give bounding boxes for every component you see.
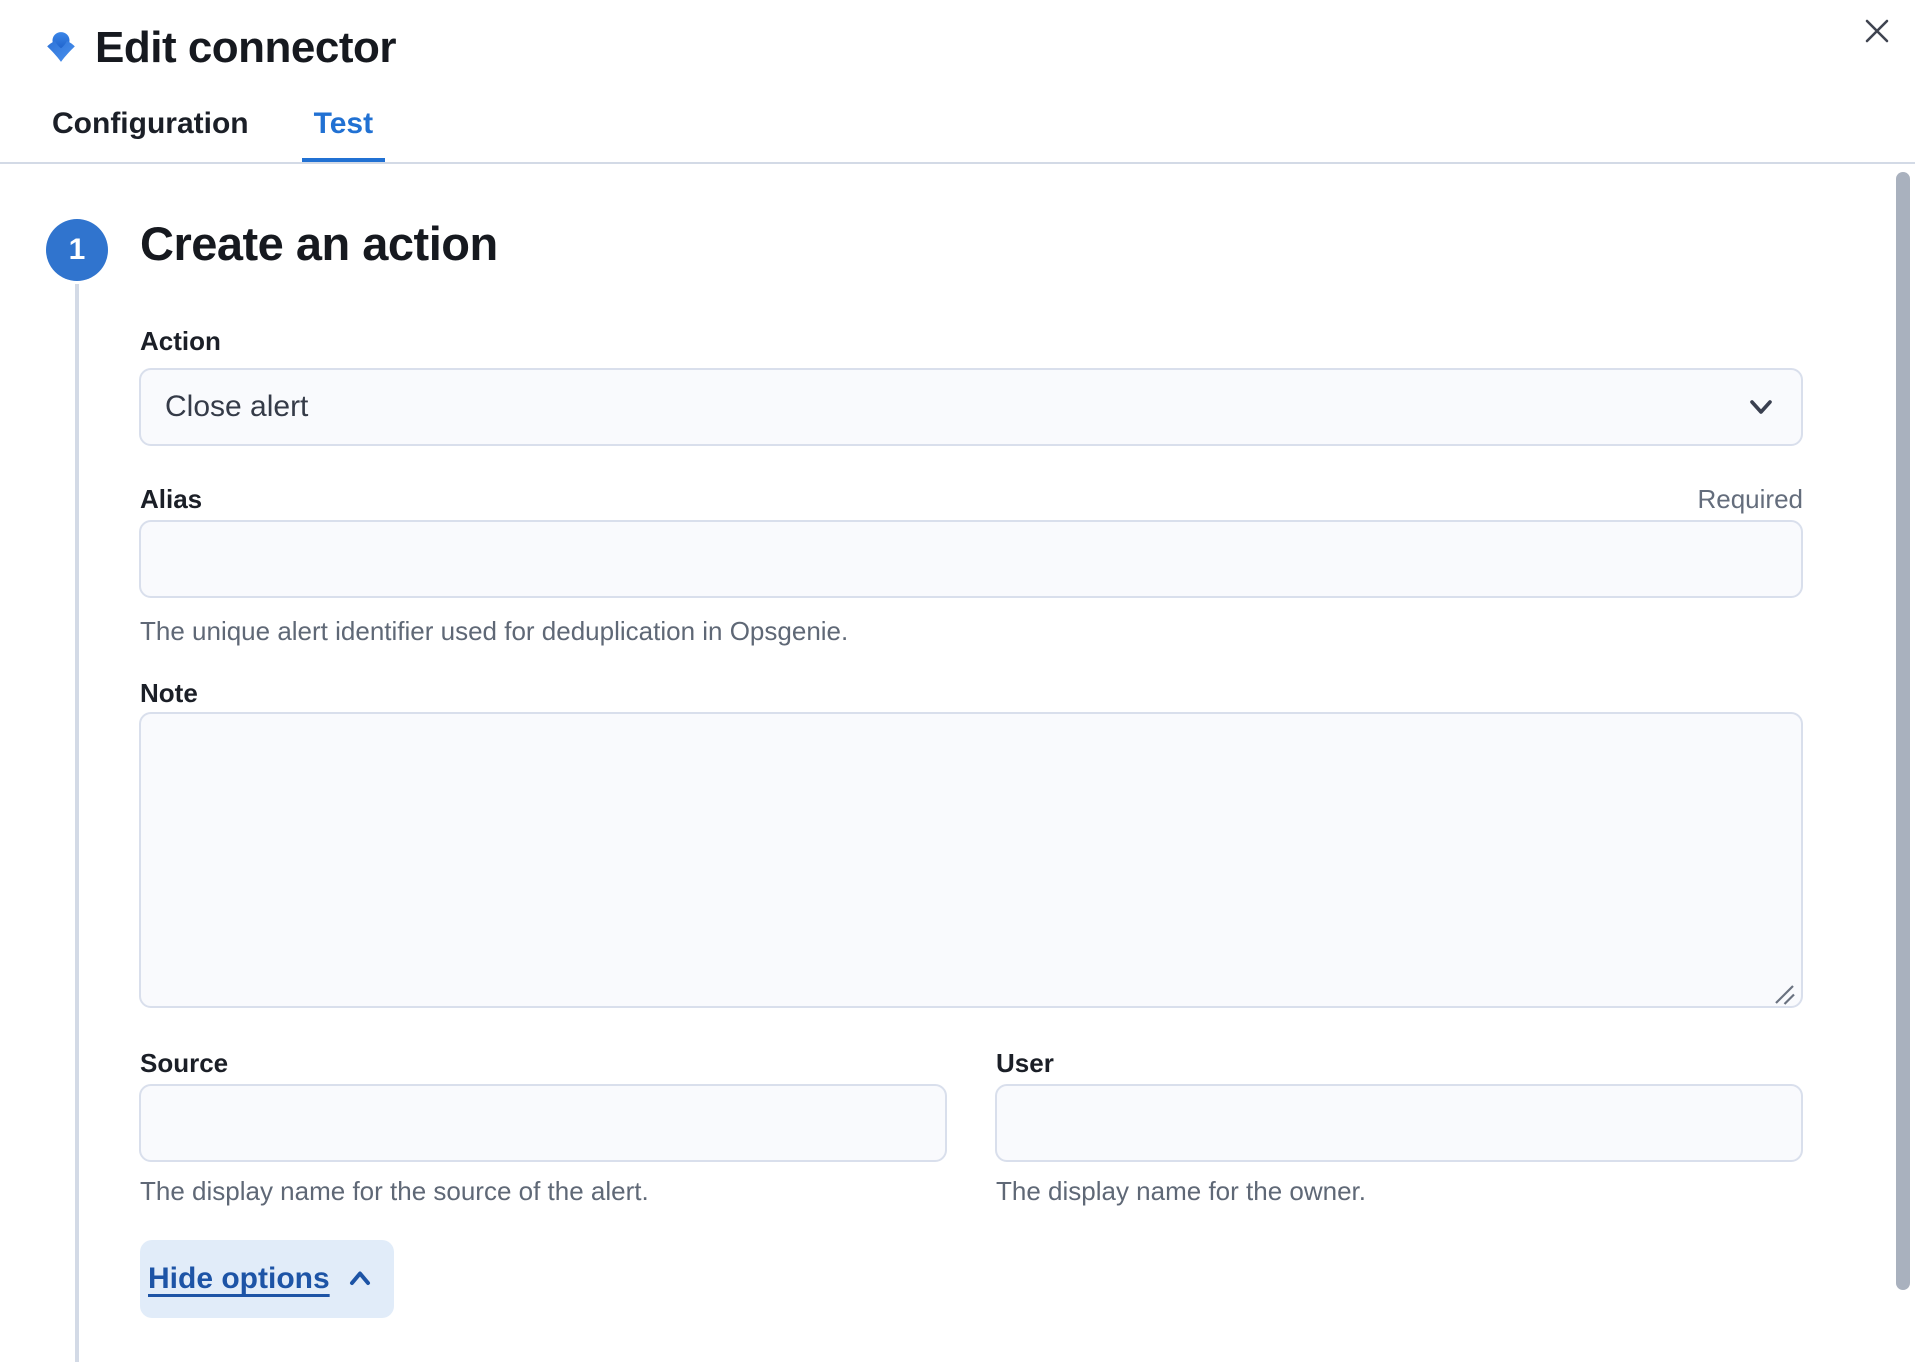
tabs-divider (0, 162, 1915, 164)
textarea-resize-handle-icon[interactable] (1770, 980, 1796, 1006)
edit-connector-flyout: Edit connector Configuration Test 1 Crea… (0, 0, 1915, 1362)
user-label: User (996, 1048, 1054, 1079)
tab-configuration[interactable]: Configuration (40, 90, 261, 164)
vertical-scrollbar[interactable] (1896, 172, 1910, 1290)
source-label: Source (140, 1048, 228, 1079)
step-title: Create an action (140, 216, 498, 271)
note-label: Note (140, 678, 198, 709)
action-label: Action (140, 326, 221, 357)
action-select-value: Close alert (165, 390, 308, 424)
tab-bar: Configuration Test (0, 90, 385, 164)
user-help-text: The display name for the owner. (996, 1176, 1366, 1207)
alias-required-badge: Required (139, 484, 1803, 515)
opsgenie-icon (44, 31, 78, 65)
action-select[interactable]: Close alert (139, 368, 1803, 446)
close-button[interactable] (1856, 10, 1898, 52)
alias-help-text: The unique alert identifier used for ded… (140, 616, 848, 647)
step-number: 1 (69, 233, 86, 267)
alias-input[interactable] (139, 520, 1803, 598)
tab-test[interactable]: Test (302, 90, 385, 164)
user-input[interactable] (995, 1084, 1803, 1162)
step-connector-line (75, 284, 79, 1362)
source-input[interactable] (139, 1084, 947, 1162)
hide-options-label: Hide options (148, 1262, 330, 1296)
flyout-title: Edit connector (95, 24, 396, 72)
source-help-text: The display name for the source of the a… (140, 1176, 649, 1207)
close-icon (1860, 14, 1894, 48)
chevron-down-icon (1743, 389, 1779, 425)
step-number-badge: 1 (46, 219, 108, 281)
note-textarea[interactable] (139, 712, 1803, 1008)
chevron-up-icon (344, 1263, 376, 1295)
hide-options-button[interactable]: Hide options (140, 1240, 394, 1318)
flyout-header: Edit connector (44, 24, 396, 72)
